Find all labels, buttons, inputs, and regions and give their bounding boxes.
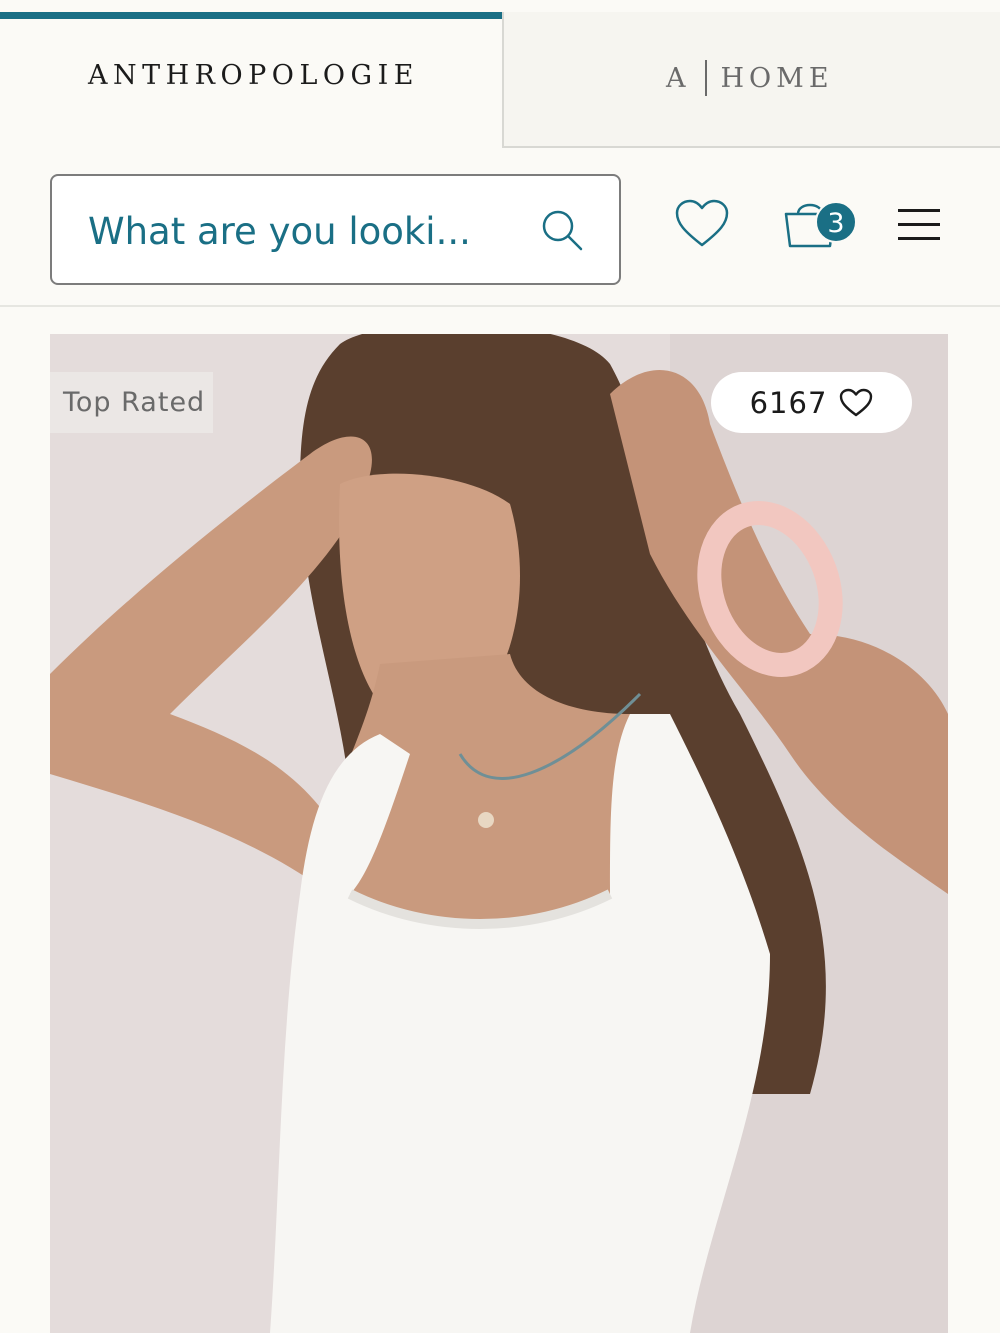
tab-anthropologie[interactable]: ANTHROPOLOGIE bbox=[0, 0, 502, 148]
tab-a-home[interactable]: A HOME bbox=[502, 12, 1000, 148]
tab-divider bbox=[704, 60, 707, 96]
tab-a-letter: A bbox=[666, 62, 691, 94]
heart-outline-icon bbox=[840, 388, 873, 416]
likes-button[interactable]: 6167 bbox=[711, 372, 912, 433]
product-photo bbox=[50, 334, 948, 1333]
tab-a-home-label: A HOME bbox=[666, 60, 834, 96]
active-tab-indicator bbox=[0, 12, 502, 19]
top-rated-badge: Top Rated bbox=[50, 372, 213, 433]
tab-anthropologie-label: ANTHROPOLOGIE bbox=[88, 60, 419, 91]
header-divider bbox=[0, 305, 1000, 307]
product-image[interactable] bbox=[50, 334, 948, 1333]
bag-count-badge: 3 bbox=[815, 201, 857, 243]
search-box[interactable] bbox=[50, 174, 621, 285]
tab-home-word: HOME bbox=[720, 62, 834, 94]
brand-tabs: ANTHROPOLOGIE A HOME bbox=[0, 0, 1000, 148]
likes-count: 6167 bbox=[749, 385, 828, 420]
hamburger-menu-icon[interactable] bbox=[898, 209, 942, 243]
search-input[interactable] bbox=[88, 202, 508, 260]
search-icon[interactable] bbox=[540, 208, 584, 252]
heart-icon[interactable] bbox=[674, 198, 730, 250]
